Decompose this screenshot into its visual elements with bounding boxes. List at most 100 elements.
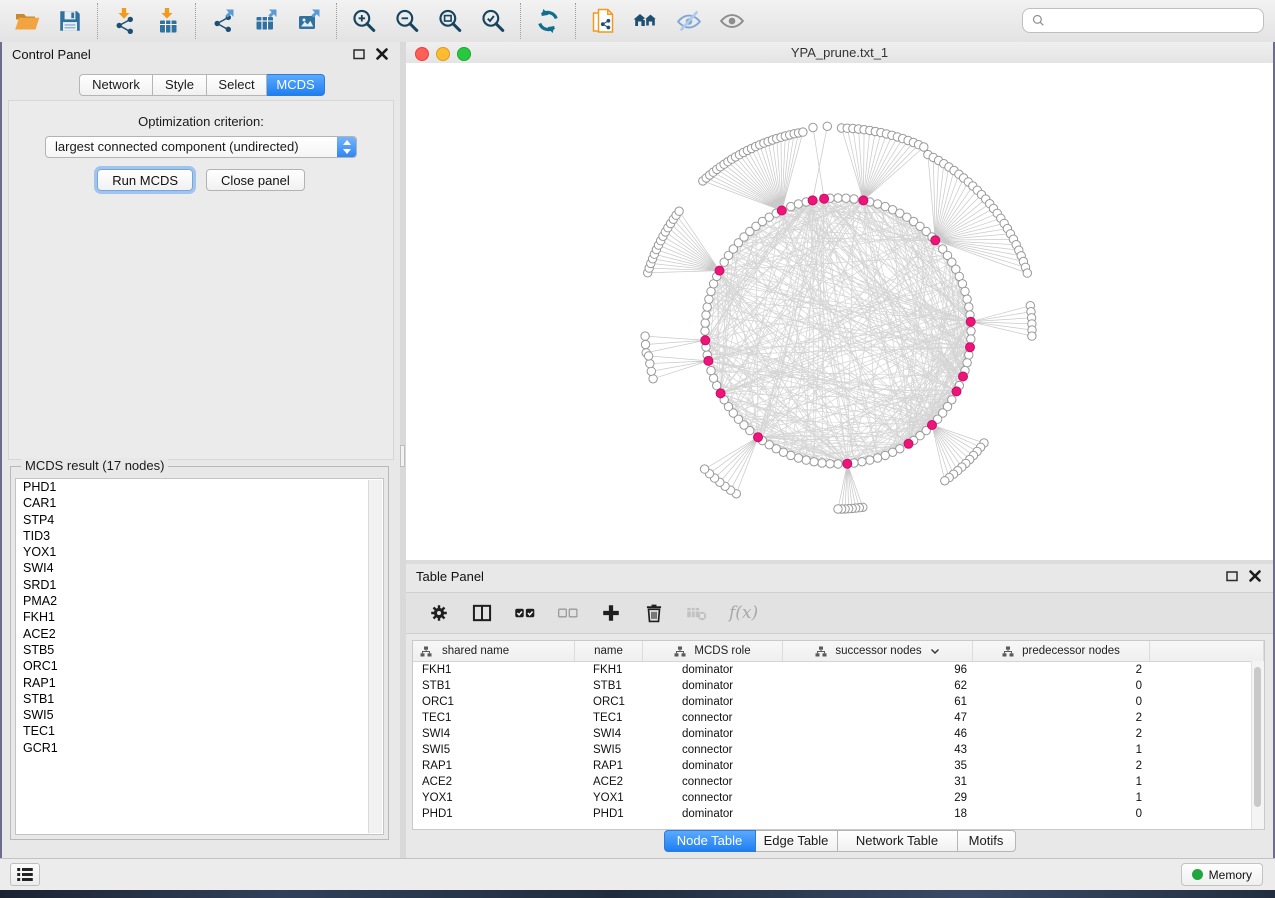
import-table-icon[interactable] bbox=[155, 8, 181, 34]
deselect-all-icon[interactable] bbox=[557, 602, 579, 624]
table-row[interactable]: PHD1PHD1dominator180 bbox=[413, 806, 1264, 822]
mcds-result-node[interactable]: STB5 bbox=[16, 642, 383, 658]
mcds-result-node[interactable]: TID3 bbox=[16, 528, 383, 544]
column-header-shared-name[interactable]: shared name bbox=[413, 641, 575, 661]
table-row[interactable]: ACE2ACE2connector311 bbox=[413, 774, 1264, 790]
network-title: YPA_prune.txt_1 bbox=[406, 42, 1273, 63]
mcds-result-title: MCDS result (17 nodes) bbox=[21, 458, 168, 473]
mcds-result-node[interactable]: GCR1 bbox=[16, 740, 383, 756]
mcds-result-node[interactable]: ORC1 bbox=[16, 658, 383, 674]
mcds-result-node[interactable]: PMA2 bbox=[16, 593, 383, 609]
mcds-result-node[interactable]: YOX1 bbox=[16, 544, 383, 560]
table-row[interactable]: ORC1ORC1dominator610 bbox=[413, 694, 1264, 710]
table-cell: TEC1 bbox=[413, 710, 575, 726]
table-cell: connector bbox=[643, 710, 783, 726]
desktop-background bbox=[0, 890, 1275, 898]
clone-network-icon[interactable] bbox=[590, 8, 616, 34]
tab-select[interactable]: Select bbox=[207, 74, 267, 96]
table-cell: dominator bbox=[643, 758, 783, 774]
run-mcds-button[interactable]: Run MCDS bbox=[97, 169, 193, 191]
column-label: predecessor nodes bbox=[1022, 645, 1120, 657]
tab-edge-table[interactable]: Edge Table bbox=[756, 830, 838, 852]
column-label: shared name bbox=[442, 645, 509, 657]
mcds-result-node[interactable]: SRD1 bbox=[16, 577, 383, 593]
table-scrollbar[interactable] bbox=[1251, 661, 1264, 829]
tab-network[interactable]: Network bbox=[79, 74, 153, 96]
search-input[interactable] bbox=[1046, 13, 1263, 28]
export-image-icon[interactable] bbox=[296, 8, 322, 34]
mcds-result-node[interactable]: STB1 bbox=[16, 691, 383, 707]
close-panel-icon[interactable] bbox=[374, 46, 390, 62]
column-header-MCDS-role[interactable]: MCDS role bbox=[643, 641, 783, 661]
close-panel-icon[interactable] bbox=[1247, 568, 1263, 584]
network-canvas[interactable] bbox=[406, 63, 1273, 560]
add-icon[interactable] bbox=[600, 602, 622, 624]
table-cell: 1 bbox=[973, 790, 1150, 806]
tab-network-table[interactable]: Network Table bbox=[838, 830, 958, 852]
memory-button[interactable]: Memory bbox=[1181, 863, 1263, 886]
mcds-result-node[interactable]: RAP1 bbox=[16, 675, 383, 691]
split-panel-icon[interactable] bbox=[471, 602, 493, 624]
table-cell: 2 bbox=[973, 758, 1150, 774]
tab-mcds[interactable]: MCDS bbox=[267, 74, 325, 96]
zoom-out-icon[interactable] bbox=[394, 8, 420, 34]
table-cell: STB1 bbox=[575, 678, 643, 694]
table-row[interactable]: RAP1RAP1dominator352 bbox=[413, 758, 1264, 774]
sort-chevron-icon[interactable] bbox=[930, 647, 940, 655]
save-icon[interactable] bbox=[57, 8, 83, 34]
table-cell: 46 bbox=[783, 726, 973, 742]
table-row[interactable]: TEC1TEC1connector472 bbox=[413, 710, 1264, 726]
export-table-icon[interactable] bbox=[253, 8, 279, 34]
mcds-result-node[interactable]: FKH1 bbox=[16, 609, 383, 625]
zoom-in-icon[interactable] bbox=[351, 8, 377, 34]
select-all-icon[interactable] bbox=[514, 602, 536, 624]
result-list-scrollbar[interactable] bbox=[368, 480, 382, 833]
table-row[interactable]: FKH1FKH1dominator962 bbox=[413, 662, 1264, 678]
mcds-result-node[interactable]: CAR1 bbox=[16, 495, 383, 511]
tab-node-table[interactable]: Node Table bbox=[664, 830, 756, 852]
control-panel-tabs: NetworkStyleSelectMCDS bbox=[79, 74, 325, 96]
splitter-grip[interactable] bbox=[400, 445, 405, 467]
mcds-result-node[interactable]: SWI4 bbox=[16, 560, 383, 576]
zoom-fit-icon[interactable] bbox=[437, 8, 463, 34]
column-header-successor-nodes[interactable]: successor nodes bbox=[783, 641, 973, 661]
import-network-icon[interactable] bbox=[112, 8, 138, 34]
column-header-name[interactable]: name bbox=[575, 641, 643, 661]
mcds-result-node[interactable]: TEC1 bbox=[16, 723, 383, 739]
console-button[interactable] bbox=[10, 863, 40, 886]
scrollbar-thumb[interactable] bbox=[1254, 667, 1261, 807]
gear-icon[interactable] bbox=[428, 602, 450, 624]
table-row[interactable]: STB1STB1dominator620 bbox=[413, 678, 1264, 694]
toolbar-group bbox=[520, 3, 575, 39]
export-network-icon[interactable] bbox=[210, 8, 236, 34]
open-file-icon[interactable] bbox=[14, 8, 40, 34]
toolbar-group bbox=[575, 3, 759, 39]
zoom-selected-icon[interactable] bbox=[480, 8, 506, 34]
mcds-result-node[interactable]: PHD1 bbox=[16, 479, 383, 495]
float-panel-icon[interactable] bbox=[1224, 568, 1240, 584]
first-neighbors-icon[interactable] bbox=[633, 8, 659, 34]
refresh-layout-icon[interactable] bbox=[535, 8, 561, 34]
float-panel-icon[interactable] bbox=[351, 46, 367, 62]
optimization-criterion-select[interactable]: largest connected component (undirected) bbox=[45, 136, 357, 158]
dropdown-stepper-icon bbox=[337, 137, 356, 157]
tab-motifs[interactable]: Motifs bbox=[958, 830, 1016, 852]
table-row[interactable]: YOX1YOX1connector291 bbox=[413, 790, 1264, 806]
table-cell: SWI5 bbox=[575, 742, 643, 758]
mcds-result-node[interactable]: ACE2 bbox=[16, 626, 383, 642]
column-header-predecessor-nodes[interactable]: predecessor nodes bbox=[973, 641, 1150, 661]
hide-selected-icon[interactable] bbox=[676, 8, 702, 34]
close-panel-button[interactable]: Close panel bbox=[206, 169, 305, 191]
delete-icon[interactable] bbox=[643, 602, 665, 624]
mcds-result-node[interactable]: SWI5 bbox=[16, 707, 383, 723]
table-row[interactable]: SWI4SWI4dominator462 bbox=[413, 726, 1264, 742]
network-window: YPA_prune.txt_1 bbox=[406, 42, 1273, 560]
table-row[interactable]: SWI5SWI5connector431 bbox=[413, 742, 1264, 758]
mcds-result-node[interactable]: STP4 bbox=[16, 512, 383, 528]
tab-style[interactable]: Style bbox=[153, 74, 207, 96]
search-box[interactable] bbox=[1022, 8, 1264, 33]
show-all-icon[interactable] bbox=[719, 8, 745, 34]
network-graph[interactable] bbox=[406, 63, 1273, 560]
mcds-result-list[interactable]: PHD1CAR1STP4TID3YOX1SWI4SRD1PMA2FKH1ACE2… bbox=[15, 478, 384, 835]
control-panel: Control Panel NetworkStyleSelectMCDS Opt… bbox=[2, 42, 400, 858]
